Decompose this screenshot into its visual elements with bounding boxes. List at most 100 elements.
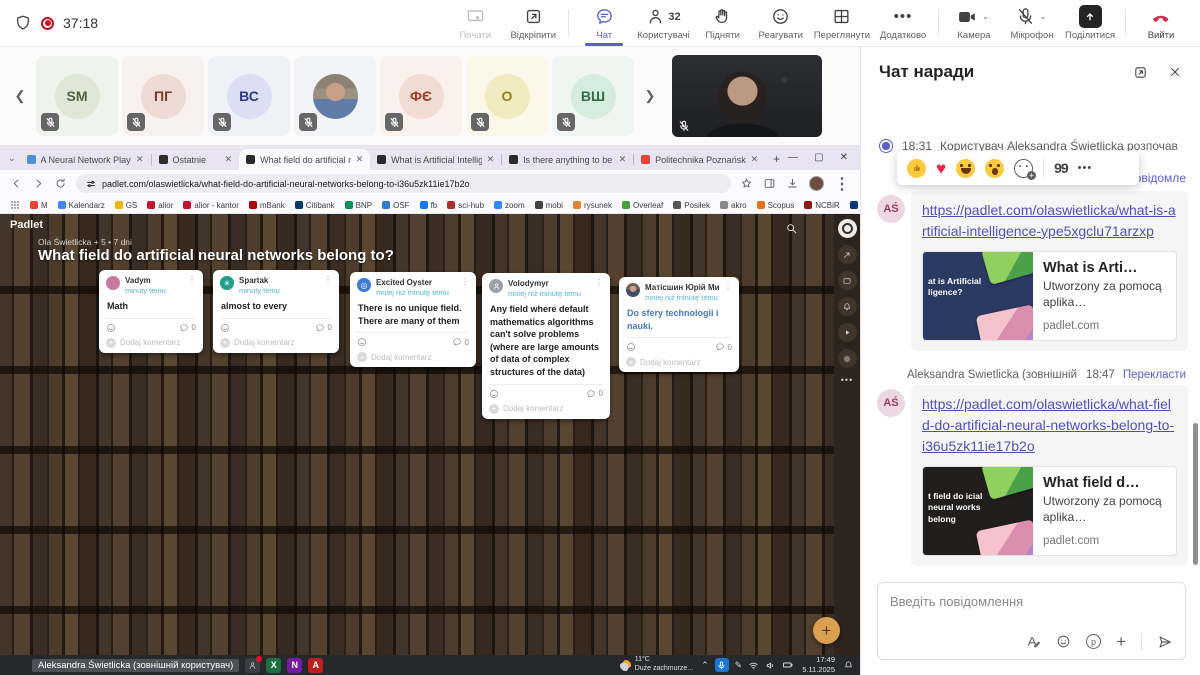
comment-count[interactable]: 0 xyxy=(179,323,196,333)
people-button[interactable]: 32 Користувачі xyxy=(633,0,693,46)
board-search-icon[interactable] xyxy=(785,222,798,235)
send-message-icon[interactable] xyxy=(1157,634,1173,650)
tray-pen-icon[interactable]: ✎ xyxy=(735,660,743,671)
heart-reaction-icon[interactable]: ♥ xyxy=(936,160,946,177)
bookmark-item[interactable]: sci-hub xyxy=(447,201,484,210)
chat-scrollbar[interactable] xyxy=(1193,423,1198,565)
padlet-user-avatar[interactable] xyxy=(838,219,857,238)
participant-tile[interactable]: ПГ xyxy=(122,56,204,136)
padlet-logo[interactable]: Padlet xyxy=(10,219,43,231)
tray-notification-icon[interactable] xyxy=(843,660,854,671)
bookmark-item[interactable]: fb xyxy=(420,201,438,210)
settings-gear-icon[interactable] xyxy=(838,349,857,368)
translate-link[interactable]: Перекласти xyxy=(1123,369,1186,381)
strip-scroll-left-icon[interactable]: ❮ xyxy=(8,88,32,104)
tab-close-icon[interactable]: ✕ xyxy=(225,154,233,165)
taskbar-teams-icon[interactable] xyxy=(245,658,260,673)
bookmark-item[interactable]: Citibank xyxy=(295,201,335,210)
thumbs-up-reaction-icon[interactable] xyxy=(907,159,926,178)
add-comment-button[interactable]: + Dodaj komentarz xyxy=(220,338,332,348)
tray-wifi-icon[interactable] xyxy=(748,660,759,671)
bookmark-item[interactable]: mBank xyxy=(249,201,285,210)
card-menu-icon[interactable]: ⋮ xyxy=(595,279,603,287)
tray-volume-icon[interactable] xyxy=(765,660,776,671)
browser-tab[interactable]: Politechnika Poznańska do Poli ✕ xyxy=(634,149,765,170)
camera-options-chevron-icon[interactable]: ⌄ xyxy=(982,12,989,21)
tab-close-icon[interactable]: ✕ xyxy=(136,154,144,165)
window-maximize-button[interactable]: ▢ xyxy=(814,152,823,163)
card-menu-icon[interactable]: ⋮ xyxy=(461,278,469,286)
mic-options-chevron-icon[interactable]: ⌄ xyxy=(1040,12,1047,21)
format-text-icon[interactable] xyxy=(1026,634,1041,649)
participant-tile[interactable]: SM xyxy=(36,56,118,136)
sidebar-more-icon[interactable]: ••• xyxy=(841,375,853,385)
participant-tile[interactable] xyxy=(294,56,376,136)
bookmark-item[interactable]: M xyxy=(30,201,48,210)
taskbar-office-icon[interactable]: N xyxy=(287,658,302,673)
taskbar-excel-icon[interactable]: X xyxy=(266,658,281,673)
new-tab-button[interactable]: + xyxy=(773,152,780,166)
laugh-reaction-icon[interactable] xyxy=(956,159,975,178)
more-options-icon[interactable]: ••• xyxy=(1078,162,1093,174)
add-comment-button[interactable]: + Dodaj komentarz xyxy=(489,404,603,414)
browser-tab[interactable]: Ostatnie ✕ xyxy=(152,149,240,170)
window-close-button[interactable]: ✕ xyxy=(840,152,848,163)
add-reaction-icon[interactable] xyxy=(106,323,116,333)
tray-expand-icon[interactable]: ⌃ xyxy=(701,660,709,671)
message-link[interactable]: https://padlet.com/olaswietlicka/what-fi… xyxy=(922,394,1177,457)
bookmark-item[interactable]: alior xyxy=(147,201,173,210)
apps-grid-icon[interactable] xyxy=(10,200,20,210)
add-reaction-icon[interactable]: + xyxy=(1014,159,1033,178)
format-icon[interactable] xyxy=(838,271,857,290)
padlet-card[interactable]: ✳ Spartak minuty temu ⋮ almost to every xyxy=(213,270,339,353)
taskbar-weather-widget[interactable]: 11°C Duże zachmurze... xyxy=(620,656,693,674)
link-preview-card[interactable]: at is Artificial ligence? What is Arti… … xyxy=(922,251,1177,341)
card-menu-icon[interactable]: ⋮ xyxy=(724,283,732,291)
add-comment-button[interactable]: + Dodaj komentarz xyxy=(357,352,469,362)
surprised-reaction-icon[interactable] xyxy=(985,159,1004,178)
taskbar-clock[interactable]: 17:49 5.11.2025 xyxy=(802,655,835,675)
add-reaction-icon[interactable] xyxy=(626,342,636,352)
bookmark-item[interactable]: Kalendarz xyxy=(58,201,105,210)
bell-icon[interactable] xyxy=(838,297,857,316)
site-info-icon[interactable] xyxy=(86,179,96,189)
add-reaction-icon[interactable] xyxy=(357,337,367,347)
bookmark-item[interactable]: akro xyxy=(720,201,747,210)
add-comment-button[interactable]: + Dodaj komentarz xyxy=(626,357,732,367)
unpin-button[interactable]: Відкріпити xyxy=(504,0,562,46)
tab-search-chevron-icon[interactable]: ⌄ xyxy=(8,153,16,164)
message-input-box[interactable]: Введіть повідомлення p + xyxy=(877,582,1186,660)
browser-tab[interactable]: Is there anything to be afraid o ✕ xyxy=(502,149,633,170)
bookmark-item[interactable]: Posiłek xyxy=(673,201,710,210)
forward-icon[interactable] xyxy=(32,177,45,190)
comment-count[interactable]: 0 xyxy=(586,389,603,399)
loop-component-icon[interactable]: p xyxy=(1086,634,1101,649)
tab-close-icon[interactable]: ✕ xyxy=(487,154,495,165)
padlet-card[interactable]: Volodymyr mniej niż minutę temu ⋮ Any fi… xyxy=(482,273,610,419)
start-presenting-button[interactable]: Почати xyxy=(446,0,504,46)
comment-count[interactable]: 0 xyxy=(452,337,469,347)
browser-tab-active[interactable]: What field do artificial neural n ✕ xyxy=(239,149,370,170)
slideshow-play-icon[interactable] xyxy=(838,323,857,342)
raise-hand-button[interactable]: Підняти xyxy=(694,0,752,46)
bookmark-item[interactable]: BNP xyxy=(345,201,372,210)
padlet-card[interactable]: Vadym minuty temu ⋮ Math 0 xyxy=(99,270,203,353)
chat-button[interactable]: Чат xyxy=(575,0,633,46)
bookmark-item[interactable]: mobi xyxy=(535,201,563,210)
message-link[interactable]: https://padlet.com/olaswietlicka/what-is… xyxy=(922,200,1177,242)
attach-plus-icon[interactable]: + xyxy=(1116,633,1126,650)
mic-button[interactable]: ⌄ Мікрофон xyxy=(1003,0,1061,46)
browser-tab[interactable]: What is Artificial Intelligence? ✕ xyxy=(370,149,501,170)
emoji-icon[interactable] xyxy=(1056,634,1071,649)
tab-close-icon[interactable]: ✕ xyxy=(356,154,364,165)
bookmark-item[interactable]: Scopus xyxy=(757,201,795,210)
card-menu-icon[interactable]: ⋮ xyxy=(188,276,196,284)
browser-profile-avatar[interactable] xyxy=(809,176,824,191)
add-comment-button[interactable]: + Dodaj komentarz xyxy=(106,338,196,348)
presenter-video-tile[interactable] xyxy=(672,55,822,137)
tab-close-icon[interactable]: ✕ xyxy=(619,154,627,165)
bookmark-item[interactable]: Overleaf xyxy=(622,201,663,210)
close-chat-icon[interactable] xyxy=(1168,65,1182,80)
quote-reply-icon[interactable]: 99 xyxy=(1054,160,1068,176)
strip-scroll-right-icon[interactable]: ❯ xyxy=(638,88,662,104)
